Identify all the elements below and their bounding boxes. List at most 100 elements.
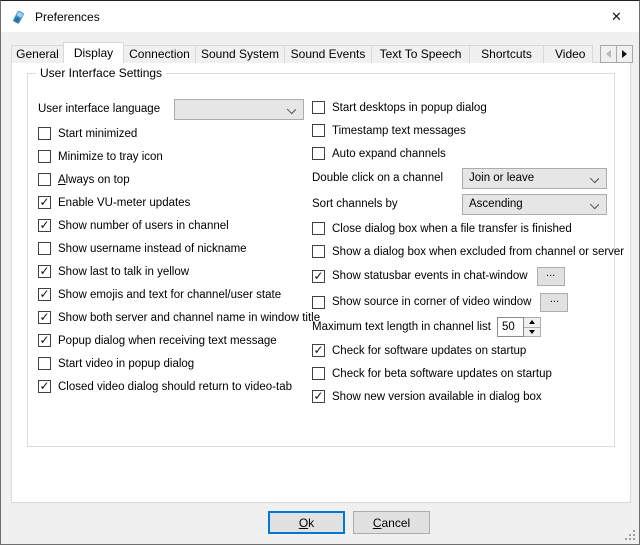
checkbox-show-new-version[interactable]: ✓ Show new version available in dialog b… [312,385,608,408]
display-tab-page: User Interface Settings User interface l… [11,62,631,503]
checkbox-label: Show source in corner of video window [332,296,531,308]
language-combobox[interactable] [174,99,304,120]
tab-sound-events[interactable]: Sound Events [284,45,372,63]
checkbox [312,101,325,114]
checkbox: ✓ [38,311,51,324]
triangle-up-icon [529,320,535,324]
checkbox-show-dialog-excluded[interactable]: Show a dialog box when excluded from cha… [312,240,608,263]
checkbox-label: Check for software updates on startup [332,345,526,357]
checkbox [38,242,51,255]
cancel-button[interactable]: Cancel [353,511,430,534]
checkbox-label: Enable VU-meter updates [58,197,190,209]
max-text-length-spinner: 50 [497,317,541,337]
tab-strip: General Display Connection Sound System … [11,42,592,63]
ok-button[interactable]: Ok [268,511,345,534]
group-title: User Interface Settings [36,66,166,80]
checkbox-label: Close dialog box when a file transfer is… [332,223,572,235]
double-click-label: Double click on a channel [312,172,462,184]
checkbox-label: Start minimized [58,128,137,140]
checkbox-show-server-channel-title[interactable]: ✓ Show both server and channel name in w… [38,306,310,329]
title-bar[interactable]: Preferences ✕ [1,1,639,32]
double-click-combobox[interactable]: Join or leave [462,168,607,189]
checkbox[interactable]: ✓ [312,270,325,283]
checkbox-show-emojis[interactable]: ✓ Show emojis and text for channel/user … [38,283,310,306]
checkbox-closed-video-return[interactable]: ✓ Closed video dialog should return to v… [38,375,310,398]
checkbox-label: Start desktops in popup dialog [332,102,487,114]
checkbox-minimize-to-tray[interactable]: Minimize to tray icon [38,145,310,168]
preferences-dialog: Preferences ✕ General Display Connection… [0,0,640,545]
checkbox-label: Minimize to tray icon [58,151,163,163]
checkbox-show-username[interactable]: Show username instead of nickname [38,237,310,260]
checkbox-label: Auto expand channels [332,148,446,160]
tab-text-to-speech[interactable]: Text To Speech [371,45,470,63]
checkbox-label: Show statusbar events in chat-window [332,270,528,282]
tab-video[interactable]: Video [543,45,593,63]
checkbox-check-beta-updates[interactable]: Check for beta software updates on start… [312,362,608,385]
left-column: User interface language Start minimized … [38,96,310,398]
app-icon [10,8,27,25]
triangle-down-icon [529,330,535,334]
checkbox-show-number-of-users[interactable]: ✓ Show number of users in channel [38,214,310,237]
checkbox-show-last-to-talk[interactable]: ✓ Show last to talk in yellow [38,260,310,283]
checkbox-label: Closed video dialog should return to vid… [58,381,292,393]
checkbox: ✓ [312,390,325,403]
checkbox [312,245,325,258]
arrow-left-icon [606,50,611,58]
checkbox-check-updates[interactable]: ✓ Check for software updates on startup [312,339,608,362]
spinner-down-button[interactable] [524,328,540,337]
checkbox-label: Show emojis and text for channel/user st… [58,289,281,301]
sort-channels-combobox[interactable]: Ascending [462,194,607,215]
max-text-length-input[interactable]: 50 [497,317,524,337]
checkbox [38,357,51,370]
checkbox-label: Show new version available in dialog box [332,391,542,403]
tab-shortcuts[interactable]: Shortcuts [469,45,544,63]
tab-display[interactable]: Display [63,42,124,63]
checkbox [38,150,51,163]
checkbox-label: Start video in popup dialog [58,358,194,370]
checkbox-auto-expand-channels[interactable]: Auto expand channels [312,142,608,165]
close-icon[interactable]: ✕ [594,1,639,32]
tab-scroller [601,45,633,63]
video-source-row: Show source in corner of video window ..… [312,289,608,315]
spinner-up-button[interactable] [524,318,540,328]
checkbox: ✓ [312,344,325,357]
checkbox-label: Check for beta software updates on start… [332,368,552,380]
tab-general[interactable]: General [11,45,64,63]
checkbox: ✓ [38,380,51,393]
cancel-button-label: Cancel [373,516,410,530]
checkbox-label: Show both server and channel name in win… [58,312,320,324]
checkbox-popup-dialog-text-message[interactable]: ✓ Popup dialog when receiving text messa… [38,329,310,352]
checkbox-always-on-top[interactable]: Always on top [38,168,310,191]
checkbox [312,222,325,235]
language-row: User interface language [38,96,310,122]
video-source-options-button[interactable]: ... [540,293,568,312]
checkbox-start-video-popup[interactable]: Start video in popup dialog [38,352,310,375]
resize-grip[interactable] [623,528,636,541]
checkbox-start-desktops-popup[interactable]: Start desktops in popup dialog [312,96,608,119]
checkbox-close-dialog-file-transfer[interactable]: Close dialog box when a file transfer is… [312,217,608,240]
tab-sound-system[interactable]: Sound System [195,45,285,63]
checkbox-label: Timestamp text messages [332,125,466,137]
tab-scroll-right-button[interactable] [616,45,633,63]
spinner-buttons [524,317,541,337]
ok-button-label: Ok [299,516,314,530]
checkbox [312,124,325,137]
double-click-value: Join or leave [469,172,534,184]
checkbox [38,127,51,140]
checkbox-start-minimized[interactable]: Start minimized [38,122,310,145]
checkbox-timestamp-messages[interactable]: Timestamp text messages [312,119,608,142]
checkbox [312,147,325,160]
checkbox-label: Popup dialog when receiving text message [58,335,277,347]
checkbox [38,173,51,186]
checkbox-label: Show a dialog box when excluded from cha… [332,246,624,258]
tab-connection[interactable]: Connection [123,45,196,63]
chevron-down-icon [590,199,599,208]
chevron-down-icon [590,173,599,182]
max-text-length-label: Maximum text length in channel list [312,321,491,333]
checkbox[interactable] [312,296,325,309]
checkbox-enable-vu-meter[interactable]: ✓ Enable VU-meter updates [38,191,310,214]
tab-scroll-left-button[interactable] [600,45,617,63]
sort-channels-label: Sort channels by [312,198,462,210]
window-title: Preferences [35,10,100,24]
statusbar-events-options-button[interactable]: ... [537,267,565,286]
